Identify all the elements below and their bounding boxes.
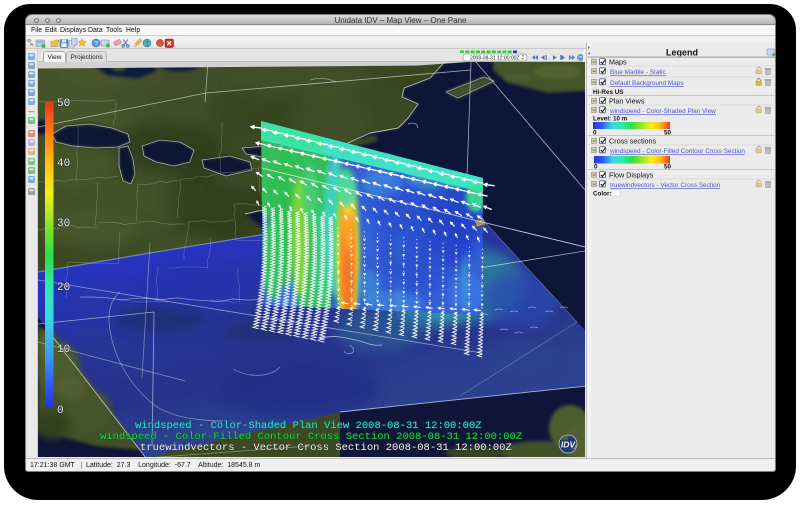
svg-text:50: 50	[57, 98, 70, 110]
svg-text:Cross sections: Cross sections	[609, 137, 657, 146]
svg-text:Legend: Legend	[666, 48, 698, 58]
svg-text:0: 0	[57, 405, 64, 417]
svg-text:Hi-Res US: Hi-Res US	[593, 89, 623, 96]
svg-text:truewindvectors - Vector Cross: truewindvectors - Vector Cross Section	[610, 182, 721, 189]
svg-text:Maps: Maps	[609, 58, 627, 67]
svg-text:2008-08-31 12:00:00Z: 2008-08-31 12:00:00Z	[470, 56, 519, 62]
svg-text:30: 30	[57, 218, 70, 230]
svg-text:Level: 10 m: Level: 10 m	[593, 116, 628, 123]
svg-text:truewindvectors - Vector Cross: truewindvectors - Vector Cross Section 2…	[140, 442, 512, 454]
svg-text:?: ?	[94, 41, 98, 48]
svg-text:Flow Displays: Flow Displays	[609, 171, 654, 180]
svg-text:20: 20	[57, 282, 70, 294]
svg-text:IDV: IDV	[561, 440, 577, 450]
svg-text:Default Background Maps: Default Background Maps	[610, 80, 684, 87]
svg-text:Blue Marble - Static: Blue Marble - Static	[610, 69, 667, 76]
svg-text:Plan Views: Plan Views	[609, 97, 645, 106]
svg-text:windspeed - Color-Shaded Plan: windspeed - Color-Shaded Plan View	[609, 108, 716, 115]
svg-text:windspeed - Color-Filled Conto: windspeed - Color-Filled Contour Cross S…	[609, 148, 745, 155]
svg-text:Color:: Color:	[593, 191, 612, 198]
svg-text:40: 40	[57, 158, 70, 170]
svg-text:10: 10	[57, 344, 70, 356]
